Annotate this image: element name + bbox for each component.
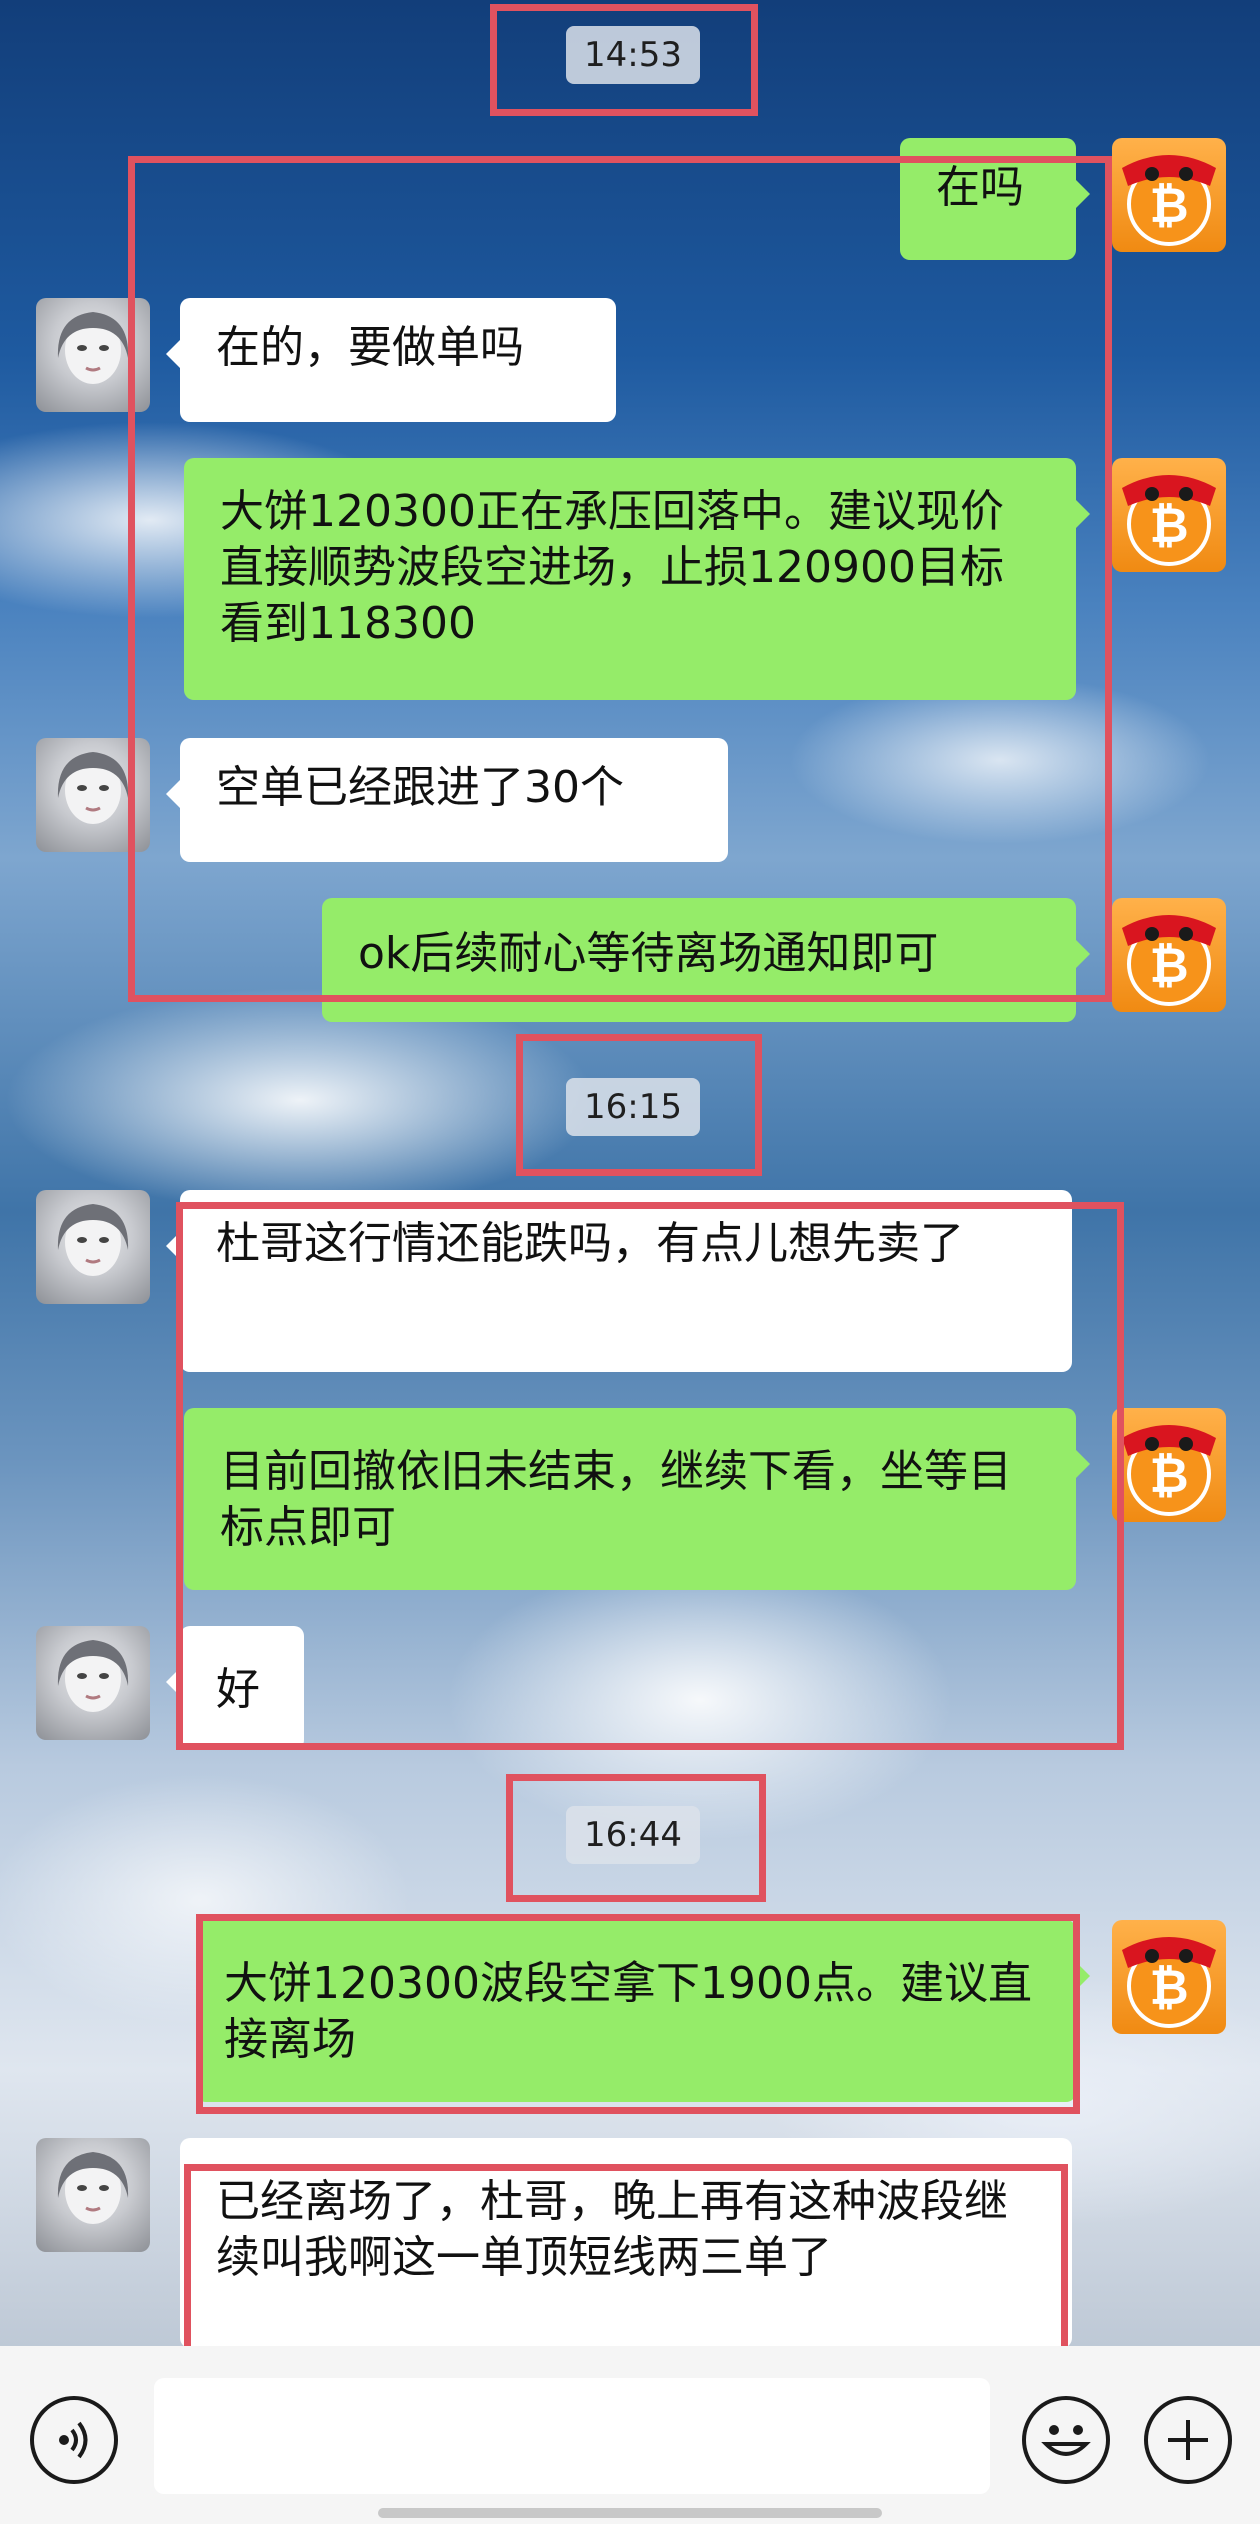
portrait-icon <box>57 752 129 824</box>
my-avatar[interactable]: ₿ <box>1112 1920 1226 2034</box>
message-bubble-incoming[interactable]: 好 <box>166 1626 304 1750</box>
timestamp: 16:44 <box>566 1806 700 1864</box>
contact-avatar[interactable] <box>36 1626 150 1740</box>
message-bubble-outgoing[interactable]: 大饼120300正在承压回落中。建议现价直接顺势波段空进场，止损120900目标… <box>184 458 1090 700</box>
svg-text:₿: ₿ <box>1149 1960 1188 2016</box>
message-bubble-incoming[interactable]: 已经离场了，杜哥，晚上再有这种波段继续叫我啊这一单顶短线两三单了 <box>180 2138 1072 2348</box>
bitcoin-mask-icon: ₿ <box>1122 1937 1216 2028</box>
my-avatar[interactable]: ₿ <box>1112 1408 1226 1522</box>
message-bubble-outgoing[interactable]: 大饼120300波段空拿下1900点。建议直接离场 <box>196 1920 1090 2102</box>
more-button[interactable] <box>1144 2396 1232 2484</box>
my-avatar[interactable]: ₿ <box>1112 458 1226 572</box>
message-text: 在的，要做单吗 <box>216 322 524 373</box>
my-avatar[interactable]: ₿ <box>1112 898 1226 1012</box>
emoji-button[interactable] <box>1022 2396 1110 2484</box>
message-text: 空单已经跟进了30个 <box>216 762 624 813</box>
message-input[interactable] <box>154 2378 990 2494</box>
portrait-icon <box>57 2152 129 2224</box>
message-bubble-incoming[interactable]: 在的，要做单吗 <box>166 298 616 422</box>
message-text: 大饼120300波段空拿下1900点。建议直接离场 <box>224 1958 1032 2065</box>
svg-text:₿: ₿ <box>1149 178 1188 234</box>
message-text: 已经离场了，杜哥，晚上再有这种波段继续叫我啊这一单顶短线两三单了 <box>216 2176 1008 2283</box>
home-indicator <box>378 2508 882 2518</box>
my-avatar[interactable]: ₿ <box>1112 138 1226 252</box>
svg-text:₿: ₿ <box>1149 1448 1188 1504</box>
message-text: 在吗 <box>936 162 1024 213</box>
message-bubble-incoming[interactable]: 空单已经跟进了30个 <box>166 738 728 862</box>
plus-icon <box>1168 2420 1208 2460</box>
timestamp: 16:15 <box>566 1078 700 1136</box>
portrait-icon <box>57 1204 129 1276</box>
message-text: 杜哥这行情还能跌吗，有点儿想先卖了 <box>216 1218 964 1269</box>
contact-avatar[interactable] <box>36 298 150 412</box>
bitcoin-mask-icon: ₿ <box>1122 155 1216 246</box>
message-text: 好 <box>216 1664 260 1715</box>
message-bubble-outgoing[interactable]: ok后续耐心等待离场通知即可 <box>322 898 1090 1022</box>
voice-button[interactable] <box>30 2396 118 2484</box>
contact-avatar[interactable] <box>36 738 150 852</box>
contact-avatar[interactable] <box>36 2138 150 2252</box>
message-text: 目前回撤依旧未结束，继续下看，坐等目标点即可 <box>220 1446 1012 1553</box>
message-bubble-outgoing[interactable]: 目前回撤依旧未结束，继续下看，坐等目标点即可 <box>184 1408 1090 1590</box>
bitcoin-mask-icon: ₿ <box>1122 475 1216 566</box>
bitcoin-mask-icon: ₿ <box>1122 915 1216 1006</box>
message-text: 大饼120300正在承压回落中。建议现价直接顺势波段空进场，止损120900目标… <box>220 486 1004 649</box>
timestamp: 14:53 <box>566 26 700 84</box>
message-bubble-incoming[interactable]: 杜哥这行情还能跌吗，有点儿想先卖了 <box>166 1190 1072 1372</box>
contact-avatar[interactable] <box>36 1190 150 1304</box>
bitcoin-mask-icon: ₿ <box>1122 1425 1216 1516</box>
portrait-icon <box>57 1640 129 1712</box>
svg-text:₿: ₿ <box>1149 498 1188 554</box>
svg-text:₿: ₿ <box>1149 938 1188 994</box>
message-bubble-outgoing[interactable]: 在吗 <box>900 138 1090 260</box>
portrait-icon <box>57 312 129 384</box>
voice-icon <box>59 2421 88 2459</box>
emoji-icon <box>1041 2425 1091 2456</box>
message-text: ok后续耐心等待离场通知即可 <box>358 928 939 979</box>
